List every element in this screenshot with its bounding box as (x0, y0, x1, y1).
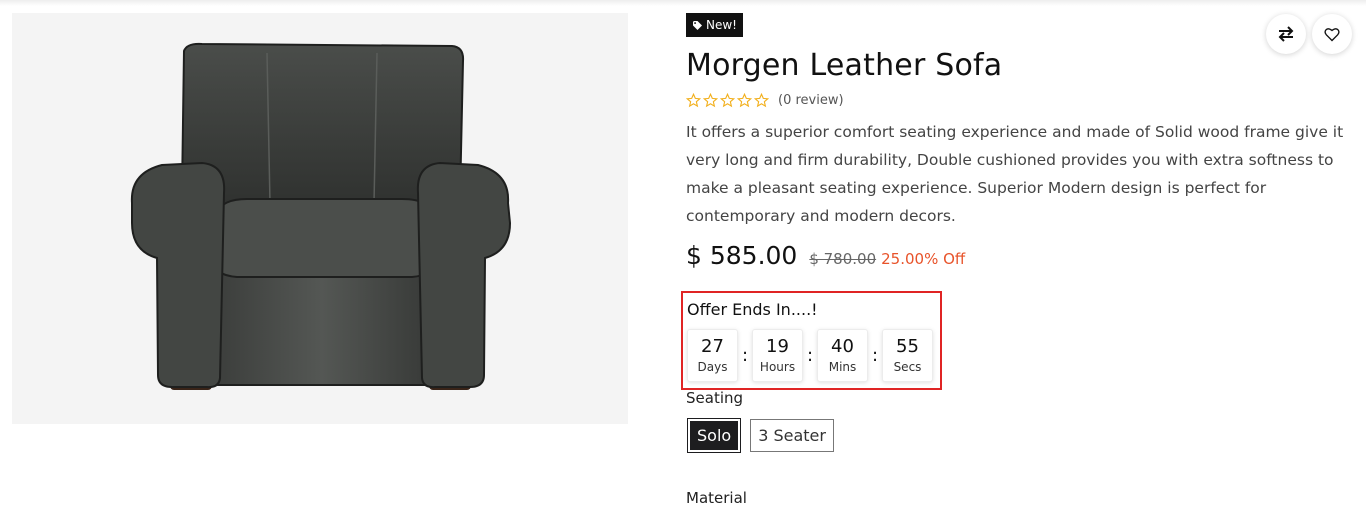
seating-label: Seating (686, 389, 744, 407)
star-icon (703, 92, 718, 107)
countdown-value: 55 (896, 336, 919, 357)
star-icon (686, 92, 701, 107)
countdown-hours: 19 Hours (752, 329, 803, 382)
countdown-unit: Mins (828, 360, 857, 374)
star-icon (754, 92, 769, 107)
product-details: New! Morgen Leather Sofa (0 review) It o… (686, 13, 1346, 270)
countdown-separator: : (741, 345, 749, 366)
tag-icon (693, 20, 702, 30)
original-price: $ 780.00 (809, 250, 877, 268)
countdown-mins: 40 Mins (817, 329, 868, 382)
discount-label: 25.00% Off (881, 250, 966, 268)
material-label: Material (686, 489, 747, 507)
countdown-value: 27 (701, 336, 724, 357)
countdown-unit: Hours (759, 360, 796, 374)
product-title: Morgen Leather Sofa (686, 48, 1003, 83)
countdown-value: 19 (766, 336, 789, 357)
countdown-value: 40 (831, 336, 854, 357)
badge-label: New! (706, 18, 737, 32)
armchair-illustration (130, 42, 512, 390)
product-description: It offers a superior comfort seating exp… (686, 123, 1344, 225)
countdown-separator: : (806, 345, 814, 366)
review-count[interactable]: (0 review) (778, 93, 844, 108)
countdown-secs: 55 Secs (882, 329, 933, 382)
countdown-unit: Secs (893, 360, 922, 374)
rating: (0 review) (686, 91, 1346, 109)
star-icon (737, 92, 752, 107)
new-badge: New! (686, 13, 743, 37)
countdown-unit: Days (697, 360, 728, 374)
product-image (12, 13, 628, 424)
current-price: $ 585.00 (686, 241, 798, 270)
offer-countdown: Offer Ends In....! 27 Days : 19 Hours : … (681, 291, 942, 390)
countdown-separator: : (871, 345, 879, 366)
offer-label: Offer Ends In....! (687, 300, 818, 319)
header-shadow (0, 0, 1366, 6)
countdown-days: 27 Days (687, 329, 738, 382)
rating-stars (686, 92, 769, 108)
star-icon (720, 92, 735, 107)
countdown-timer: 27 Days : 19 Hours : 40 Mins : 55 Secs (687, 329, 933, 382)
seating-option-3-seater[interactable]: 3 Seater (750, 419, 834, 452)
seating-option-solo[interactable]: Solo (686, 418, 742, 453)
price-row: $ 585.00 $ 780.00 25.00% Off (686, 241, 1346, 270)
seating-options: Solo 3 Seater (686, 418, 834, 453)
